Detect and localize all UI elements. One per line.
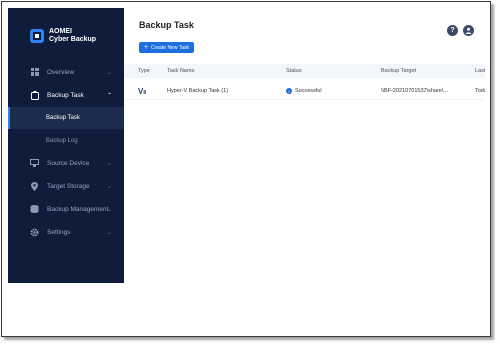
sidebar-item-label: Overview: [47, 68, 75, 76]
table-header: Type Task Name Status Backup Target Last: [124, 64, 485, 78]
chevron-down-icon: ⌄: [106, 229, 112, 236]
check-circle-icon: ✓: [286, 88, 292, 94]
last-cell: Toda: [475, 88, 485, 94]
window-frame: AOMEI Cyber Backup Overview ⌄ Backup Tas…: [1, 1, 491, 337]
sidebar-item-backup-management[interactable]: Backup Management ⌄: [8, 198, 124, 220]
create-new-task-button[interactable]: + Create New Task: [139, 42, 194, 53]
status-text: Successful: [295, 88, 322, 94]
chevron-down-icon: ⌄: [106, 160, 112, 167]
column-header-type[interactable]: Type: [138, 64, 150, 78]
chevron-down-icon: ⌄: [106, 183, 112, 190]
sidebar-subitem-backup-log[interactable]: Backup Log: [8, 130, 124, 152]
brand-product: Cyber Backup: [49, 36, 97, 43]
sidebar-item-label: Settings: [47, 228, 71, 236]
brand-logo: AOMEI Cyber Backup: [30, 28, 96, 44]
sidebar: AOMEI Cyber Backup Overview ⌄ Backup Tas…: [8, 8, 124, 283]
sidebar-subitem-backup-task[interactable]: Backup Task: [8, 107, 124, 129]
column-header-last[interactable]: Last: [475, 64, 485, 78]
sidebar-item-label: Backup Task: [47, 91, 84, 99]
target-storage-icon: [30, 181, 39, 191]
chevron-down-icon: ⌄: [106, 206, 112, 213]
user-icon[interactable]: [463, 25, 474, 36]
backup-task-icon: [30, 90, 39, 100]
plus-icon: +: [143, 44, 149, 51]
help-icon[interactable]: ?: [447, 25, 458, 36]
main-content: Backup Task ? + Create New Task Type Tas…: [124, 8, 485, 283]
status-cell: ✓ Successful: [286, 83, 322, 99]
column-header-status[interactable]: Status: [286, 64, 302, 78]
create-new-task-label: Create New Task: [151, 44, 190, 51]
chevron-up-icon: ⌃: [106, 92, 112, 99]
chevron-down-icon: ⌄: [106, 69, 112, 76]
backup-target-cell: \\BF-20210701537\share\...: [381, 88, 448, 94]
sidebar-item-label: Backup Management: [47, 205, 109, 213]
page-title: Backup Task: [139, 20, 194, 30]
sidebar-item-label: Target Storage: [47, 182, 90, 190]
backup-management-icon: [30, 205, 39, 214]
sidebar-item-label: Source Device: [47, 159, 90, 167]
column-header-backup-target[interactable]: Backup Target: [381, 64, 416, 78]
aomei-logo-icon: [30, 29, 44, 43]
sidebar-item-backup-task[interactable]: Backup Task ⌃: [8, 84, 124, 106]
table-row[interactable]: V8 Hyper-V Backup Task (1) ✓ Successful …: [124, 83, 485, 100]
brand-name: AOMEI: [49, 28, 72, 35]
sidebar-item-target-storage[interactable]: Target Storage ⌄: [8, 175, 124, 197]
sidebar-item-source-device[interactable]: Source Device ⌄: [8, 152, 124, 174]
hyper-v-icon: V8: [138, 86, 147, 96]
task-name-cell[interactable]: Hyper-V Backup Task (1): [167, 83, 228, 99]
app-window: AOMEI Cyber Backup Overview ⌄ Backup Tas…: [8, 8, 485, 283]
overview-icon: [30, 68, 39, 77]
sidebar-item-settings[interactable]: Settings ⌄: [8, 221, 124, 243]
sidebar-item-overview[interactable]: Overview ⌄: [8, 61, 124, 83]
settings-icon: [30, 228, 39, 237]
source-device-icon: [30, 159, 39, 168]
column-header-task-name[interactable]: Task Name: [167, 64, 195, 78]
